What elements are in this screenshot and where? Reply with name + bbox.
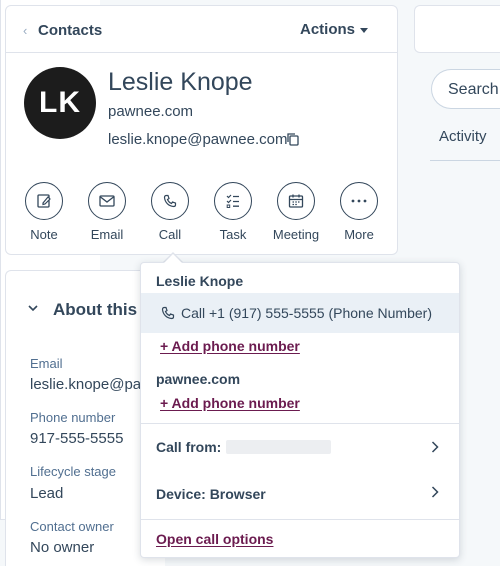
chevron-right-icon[interactable] [431,441,439,453]
lifecycle-property-label: Lifecycle stage [30,464,116,479]
avatar: LK [24,67,96,139]
tab-activity[interactable]: Activity [439,128,487,145]
add-phone-number-link[interactable]: + Add phone number [160,338,300,354]
more-icon [351,199,367,203]
dropdown-divider [141,423,459,424]
email-property-value[interactable]: leslie.knope@pav [30,376,149,393]
note-icon [37,194,51,208]
more-button[interactable] [340,182,378,220]
email-icon [99,195,115,207]
call-dropdown: Leslie Knope Call +1 (917) 555-5555 (Pho… [140,262,460,558]
call-label: Call [158,227,182,242]
phone-property-label: Phone number [30,410,116,425]
task-icon [226,194,239,208]
right-pane-header [414,5,500,53]
meeting-label: Meeting [272,227,320,242]
dropdown-contact-heading: Leslie Knope [156,273,244,289]
chevron-down-icon[interactable] [28,303,38,313]
email-button[interactable] [88,182,126,220]
add-company-phone-link[interactable]: + Add phone number [160,395,300,411]
chevron-right-icon[interactable] [431,486,439,498]
phone-property-value[interactable]: 917-555-5555 [30,430,123,447]
dropdown-pointer-fill [163,254,183,264]
dropdown-divider [141,519,459,520]
more-action[interactable]: More [329,182,389,242]
meeting-button[interactable] [277,182,315,220]
phone-icon [163,194,177,208]
email-property-label: Email [30,356,63,371]
copy-icon[interactable] [286,132,300,146]
search-input[interactable]: Search [431,69,500,109]
call-action[interactable]: Call [140,182,200,242]
meeting-action[interactable]: Meeting [266,182,326,242]
contact-name[interactable]: Leslie Knope [108,68,253,97]
call-from-row[interactable]: Call from: [156,439,221,455]
call-phone-option-label: Call +1 (917) 555-5555 (Phone Number) [181,305,432,321]
tab-divider [430,160,500,161]
meeting-icon [288,194,304,208]
card-header: ‹ Contacts Actions [6,6,397,53]
more-label: More [344,227,374,242]
device-row[interactable]: Device: Browser [156,486,266,502]
back-chevron-icon[interactable]: ‹ [23,23,27,38]
call-phone-option[interactable]: Call +1 (917) 555-5555 (Phone Number) [141,293,459,333]
about-section-title[interactable]: About this [53,300,137,320]
actions-label: Actions [299,21,355,38]
call-button[interactable] [151,182,189,220]
phone-icon [161,306,175,320]
contacts-back-link[interactable]: Contacts [38,22,102,39]
task-action[interactable]: Task [203,182,263,242]
contact-domain: pawnee.com [108,103,194,120]
email-action[interactable]: Email [77,182,137,242]
contact-card: ‹ Contacts Actions LK Leslie Knope pawne… [5,5,398,255]
open-call-options-link[interactable]: Open call options [156,531,273,547]
task-button[interactable] [214,182,252,220]
contact-email: leslie.knope@pawnee.com [108,131,288,148]
email-label: Email [90,227,124,242]
note-label: Note [30,227,58,242]
search-placeholder: Search [448,81,499,98]
dropdown-company-heading: pawnee.com [156,371,241,387]
note-button[interactable] [25,182,63,220]
note-action[interactable]: Note [14,182,74,242]
owner-property-label: Contact owner [30,519,114,534]
caret-down-icon [360,28,368,33]
task-label: Task [219,227,247,242]
call-from-value-redacted [226,440,331,454]
actions-button[interactable]: Actions [300,21,369,38]
owner-property-value[interactable]: No owner [30,539,94,556]
lifecycle-property-value[interactable]: Lead [30,485,63,502]
